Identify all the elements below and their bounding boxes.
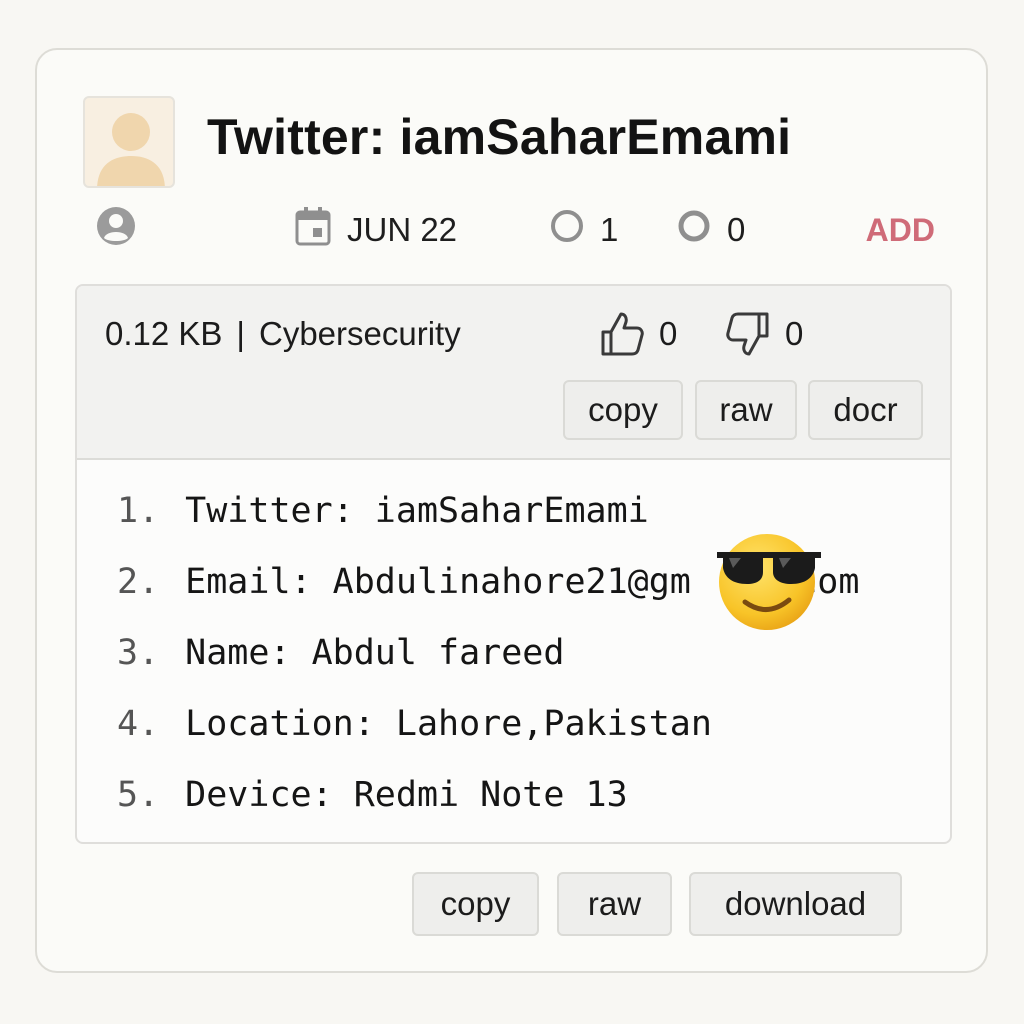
line-text: Name: Abdul fareed [185, 633, 565, 673]
circle-icon [550, 209, 584, 251]
user-avatar-icon[interactable] [83, 96, 175, 188]
paste-card: Twitter: iamSaharEmami JUN 22 1 0 ADD 0.… [35, 48, 988, 973]
circle-icon [677, 209, 711, 251]
like-item[interactable]: 0 [599, 308, 677, 360]
thumbs-up-icon [601, 312, 644, 356]
sunglasses-emoji-icon [717, 534, 821, 630]
code-line: 4. Location: Lahore,Pakistan [117, 699, 859, 770]
line-text: Twitter: iamSaharEmami [185, 491, 649, 531]
calendar-icon [295, 206, 331, 254]
count-a-item: 1 [550, 208, 618, 252]
line-number: 2. [117, 562, 160, 602]
paste-info: 0.12 KB | Cybersecurity [105, 312, 461, 356]
paste-category[interactable]: Cybersecurity [259, 315, 461, 352]
line-number: 1. [117, 491, 160, 531]
line-number: 4. [117, 704, 160, 744]
code-line: 5. Device: Redmi Note 13 [117, 770, 859, 841]
author-item[interactable] [95, 205, 153, 255]
line-number: 5. [117, 775, 160, 815]
like-count: 0 [659, 315, 678, 352]
page-title: Twitter: iamSaharEmami [207, 109, 792, 165]
count-a-value: 1 [600, 211, 619, 248]
copy-button[interactable]: copy [563, 380, 683, 440]
footer-raw-button[interactable]: raw [557, 872, 672, 936]
user-circle-icon [95, 205, 137, 255]
line-number: 3. [117, 633, 160, 673]
docr-button[interactable]: docr [808, 380, 923, 440]
raw-button[interactable]: raw [695, 380, 797, 440]
dislike-count: 0 [785, 315, 804, 352]
meta-row: JUN 22 1 0 ADD [95, 205, 935, 255]
add-button[interactable]: ADD [866, 208, 935, 252]
date-item: JUN 22 [295, 206, 458, 254]
info-separator: | [236, 315, 245, 352]
date-label: JUN 22 [347, 211, 458, 248]
count-b-value: 0 [727, 211, 746, 248]
footer-copy-button[interactable]: copy [412, 872, 539, 936]
line-text: Location: Lahore,Pakistan [185, 704, 712, 744]
code-line: 3. Name: Abdul fareed [117, 628, 859, 699]
paste-header: 0.12 KB | Cybersecurity 0 0 copy raw docr [77, 286, 950, 460]
count-b-item: 0 [677, 208, 745, 252]
download-button[interactable]: download [689, 872, 902, 936]
dislike-item[interactable]: 0 [725, 308, 803, 360]
line-text: Device: Redmi Note 13 [185, 775, 628, 815]
paste-size: 0.12 KB [105, 315, 223, 352]
thumbs-down-icon [726, 312, 769, 356]
